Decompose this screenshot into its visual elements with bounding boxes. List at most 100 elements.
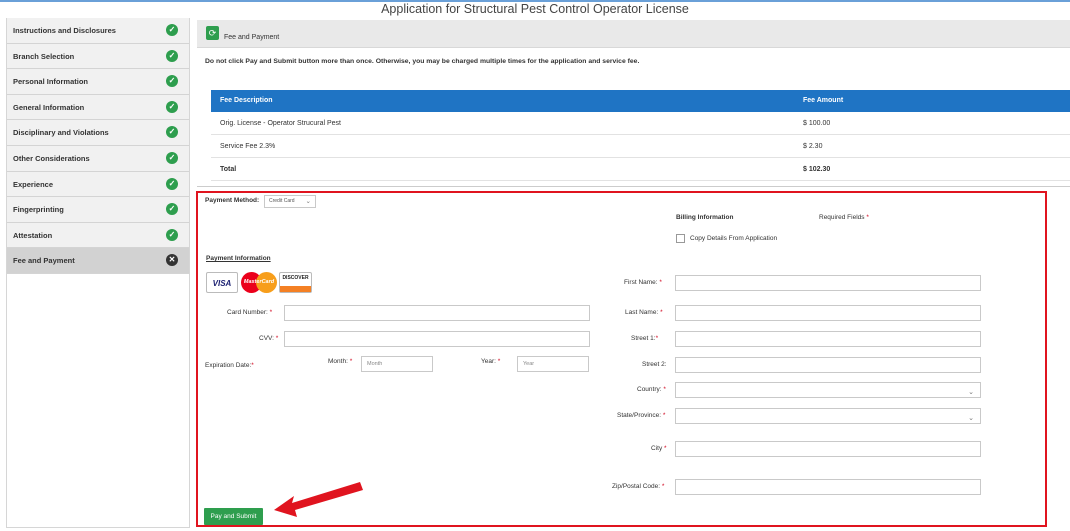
table-row: Service Fee 2.3% $ 2.30 [211, 135, 1070, 158]
state-province-select[interactable]: ⌄ [675, 408, 981, 424]
sidebar: Instructions and Disclosures ✓ Branch Sel… [6, 18, 190, 528]
sidebar-item-branch-selection[interactable]: Branch Selection ✓ [7, 43, 189, 70]
payment-method-value: Credit Card [269, 198, 295, 204]
month-label: Month: * [328, 358, 352, 365]
page-title: Application for Structural Pest Control … [381, 2, 689, 16]
visa-logo: VISA [206, 272, 238, 293]
sidebar-item-label: General Information [13, 102, 85, 112]
last-name-label-text: Last Name: [625, 309, 659, 316]
chevron-down-icon: ⌄ [968, 415, 974, 422]
sidebar-item-general-information[interactable]: General Information ✓ [7, 94, 189, 121]
sidebar-item-instructions[interactable]: Instructions and Disclosures ✓ [7, 18, 189, 44]
fee-amount: $ 100.00 [803, 120, 831, 127]
year-input[interactable]: Year [517, 356, 589, 372]
column-header-description: Fee Description [220, 97, 273, 104]
sidebar-item-label: Personal Information [13, 77, 89, 87]
sidebar-item-personal-information[interactable]: Personal Information ✓ [7, 69, 189, 95]
fee-amount: $ 2.30 [803, 143, 823, 150]
required-marker: * [664, 445, 667, 452]
annotation-arrow [274, 482, 363, 517]
required-marker: * [655, 335, 659, 342]
year-label-text: Year: [481, 358, 496, 365]
close-circle-icon: ✕ [166, 254, 178, 267]
mastercard-logo: MasterCard [241, 272, 277, 293]
expiration-label-text: Expiration Date: [205, 362, 252, 369]
chevron-down-icon: ⌄ [305, 198, 311, 205]
check-icon: ✓ [166, 126, 178, 139]
street1-label: Street 1:* [631, 335, 658, 342]
month-label-text: Month: [328, 358, 348, 365]
cvv-input[interactable] [284, 331, 590, 347]
card-number-input[interactable] [284, 305, 590, 321]
fee-description: Orig. License - Operator Strucural Pest [220, 120, 341, 127]
zip-postal-code-input[interactable] [675, 479, 981, 495]
sidebar-item-attestation[interactable]: Attestation ✓ [7, 222, 189, 249]
sidebar-item-fingerprinting[interactable]: Fingerprinting ✓ [7, 197, 189, 223]
zip-postal-code-label: Zip/Postal Code: * [612, 483, 664, 490]
sidebar-item-label: Experience [13, 179, 54, 189]
check-icon: ✓ [166, 24, 178, 36]
billing-information-title: Billing Information [676, 214, 734, 221]
country-label-text: Country: [637, 386, 662, 393]
sidebar-item-other-considerations[interactable]: Other Considerations ✓ [7, 145, 189, 172]
fee-table-header: Fee Description Fee Amount [211, 90, 1070, 112]
sidebar-item-disciplinary[interactable]: Disciplinary and Violations ✓ [7, 120, 189, 146]
expiration-date-label: Expiration Date:* [205, 362, 254, 369]
street2-input[interactable] [675, 357, 981, 373]
sidebar-item-experience[interactable]: Experience ✓ [7, 171, 189, 198]
chevron-down-icon: ⌄ [968, 389, 974, 396]
required-marker: * [662, 412, 666, 419]
check-icon: ✓ [166, 49, 178, 62]
street1-input[interactable] [675, 331, 981, 347]
sidebar-item-label: Attestation [13, 230, 53, 240]
last-name-label: Last Name: * [625, 309, 663, 316]
mastercard-wordmark: MasterCard [243, 279, 275, 285]
required-marker: * [866, 214, 869, 221]
check-icon: ✓ [166, 100, 178, 113]
check-icon: ✓ [166, 177, 178, 190]
discover-wordmark: DISCOVER [282, 275, 309, 281]
section-title: Fee and Payment [224, 34, 280, 41]
sidebar-item-label: Instructions and Disclosures [13, 26, 116, 35]
street2-label: Street 2: [642, 361, 667, 368]
payment-method-label: Payment Method: [205, 197, 260, 204]
copy-details-checkbox[interactable] [676, 234, 685, 243]
annotation-arrow-shape [274, 482, 363, 517]
required-marker: * [275, 335, 279, 342]
cvv-label-text: CVV: [259, 335, 274, 342]
city-input[interactable] [675, 441, 981, 457]
city-label: City * [651, 445, 667, 452]
refresh-icon[interactable]: ⟳ [206, 26, 219, 40]
discover-logo: DISCOVER [279, 272, 312, 293]
payment-warning: Do not click Pay and Submit button more … [205, 58, 640, 65]
divider [197, 186, 1070, 187]
required-marker: * [269, 309, 273, 316]
country-select[interactable]: ⌄ [675, 382, 981, 398]
table-row-total: Total $ 102.30 [211, 158, 1070, 181]
fee-table: Fee Description Fee Amount Orig. License… [211, 90, 1070, 181]
check-icon: ✓ [166, 228, 178, 241]
required-marker: * [661, 483, 665, 490]
sidebar-item-label: Disciplinary and Violations [13, 128, 109, 138]
required-marker: * [497, 358, 501, 365]
zip-label-text: Zip/Postal Code: [612, 483, 661, 490]
card-number-label: Card Number: * [227, 309, 272, 316]
month-input[interactable]: Month [361, 356, 433, 372]
first-name-input[interactable] [675, 275, 981, 291]
state-label-text: State/Province: [617, 412, 662, 419]
pay-and-submit-button[interactable]: Pay and Submit [204, 508, 263, 525]
sidebar-item-label: Fingerprinting [13, 205, 64, 215]
copy-details-label: Copy Details From Application [690, 235, 778, 242]
city-label-text: City [651, 445, 663, 452]
required-marker: * [659, 279, 662, 286]
last-name-input[interactable] [675, 305, 981, 321]
table-row: Orig. License - Operator Strucural Pest … [211, 112, 1070, 135]
column-header-amount: Fee Amount [803, 97, 844, 104]
total-amount: $ 102.30 [803, 166, 831, 173]
first-name-label: First Name: * [624, 279, 662, 286]
payment-information-title: Payment Information [206, 255, 271, 262]
payment-method-select[interactable]: Credit Card ⌄ [264, 195, 316, 208]
check-icon: ✓ [166, 203, 178, 216]
sidebar-item-fee-and-payment[interactable]: Fee and Payment ✕ [7, 248, 189, 274]
required-fields-note: Required Fields * [819, 214, 869, 221]
